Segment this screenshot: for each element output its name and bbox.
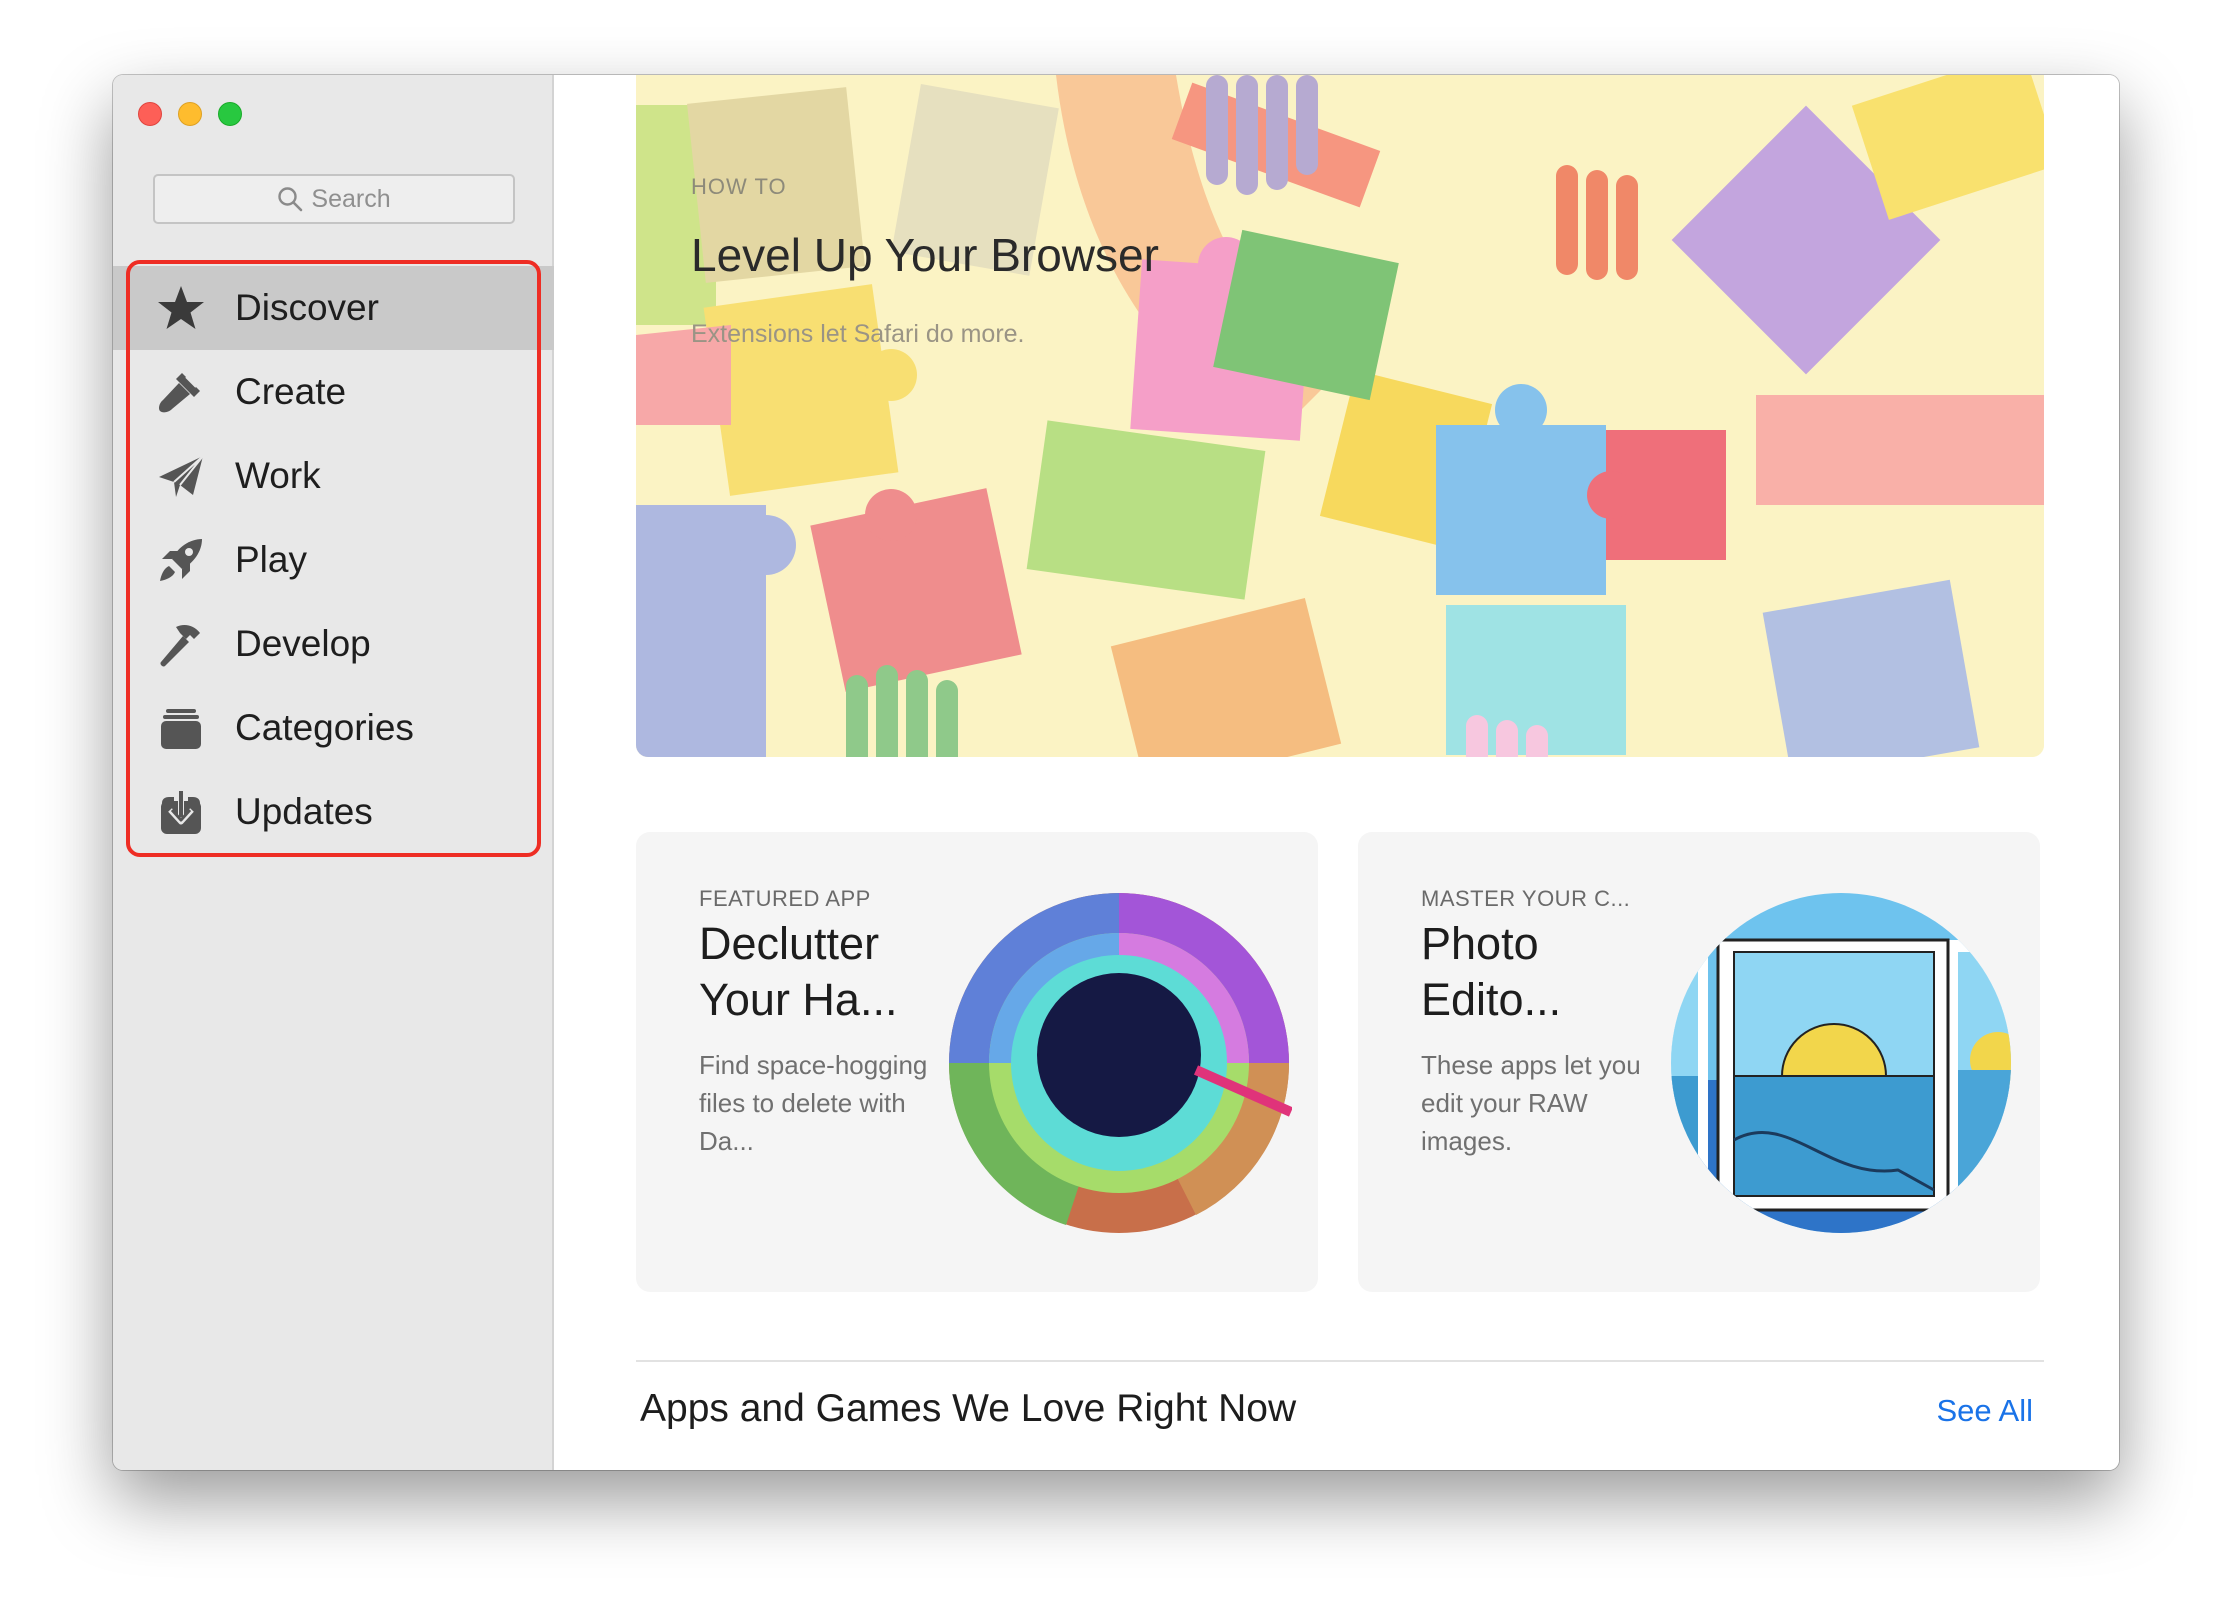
main-content: HOW TO Level Up Your Browser Extensions … <box>554 75 2119 1470</box>
sidebar-item-label: Discover <box>235 287 379 328</box>
sidebar-item-label: Play <box>235 539 307 580</box>
sidebar-item-label: Categories <box>235 707 414 748</box>
hero-banner[interactable]: HOW TO Level Up Your Browser Extensions … <box>636 75 2044 757</box>
featured-app-card[interactable]: FEATURED APP Declutter Your Ha... Find s… <box>636 832 1318 1292</box>
sidebar-item-label: Work <box>235 455 321 496</box>
sidebar-item-categories[interactable]: Categories <box>113 686 554 770</box>
close-button[interactable] <box>138 102 162 126</box>
sidebar-item-label: Create <box>235 371 347 412</box>
sidebar-item-discover[interactable]: Discover <box>113 266 554 350</box>
section-divider <box>636 1360 2044 1362</box>
paper-plane-icon <box>155 450 207 502</box>
sidebar-item-play[interactable]: Play <box>113 518 554 602</box>
sidebar-item-develop[interactable]: Develop <box>113 602 554 686</box>
search-field[interactable]: Search <box>153 174 515 224</box>
card-description: These apps let you edit your RAW images. <box>1421 1050 1641 1156</box>
hero-eyebrow: HOW TO <box>691 174 787 199</box>
card-eyebrow: MASTER YOUR C... <box>1421 886 1631 911</box>
sidebar-item-updates[interactable]: Updates <box>113 770 554 854</box>
minimize-button[interactable] <box>178 102 202 126</box>
categories-icon <box>155 702 207 754</box>
star-icon <box>155 282 207 334</box>
search-placeholder: Search <box>311 184 391 213</box>
master-your-card[interactable]: MASTER YOUR C... Photo Edito... These ap… <box>1358 832 2040 1292</box>
brush-icon <box>155 366 207 418</box>
sidebar-nav: Discover Create Work Play Develop Catego… <box>113 266 554 854</box>
card-eyebrow: FEATURED APP <box>699 886 871 911</box>
search-icon <box>278 187 303 212</box>
rocket-icon <box>155 534 207 586</box>
sidebar: Search Discover Create Work Play Develop… <box>113 75 554 1470</box>
hammer-icon <box>155 618 207 670</box>
sidebar-item-create[interactable]: Create <box>113 350 554 434</box>
app-store-window: Search Discover Create Work Play Develop… <box>113 75 2119 1470</box>
see-all-link[interactable]: See All <box>1936 1393 2033 1429</box>
hero-title: Level Up Your Browser <box>691 229 1159 281</box>
disk-usage-chart-image <box>948 893 1292 1233</box>
sidebar-item-label: Develop <box>235 623 371 664</box>
sidebar-item-label: Updates <box>235 791 373 832</box>
sidebar-item-work[interactable]: Work <box>113 434 554 518</box>
download-icon <box>155 786 207 838</box>
card-title: Declutter Your Ha... <box>699 918 898 1025</box>
card-title: Photo Edito... <box>1421 918 1562 1025</box>
card-description: Find space-hogging files to delete with … <box>699 1050 928 1156</box>
hero-subtitle: Extensions let Safari do more. <box>691 320 1025 348</box>
photo-editor-image <box>1671 893 2011 1233</box>
puzzle-illustration <box>636 75 2044 757</box>
section-title: Apps and Games We Love Right Now <box>640 1387 1297 1430</box>
zoom-button[interactable] <box>218 102 242 126</box>
